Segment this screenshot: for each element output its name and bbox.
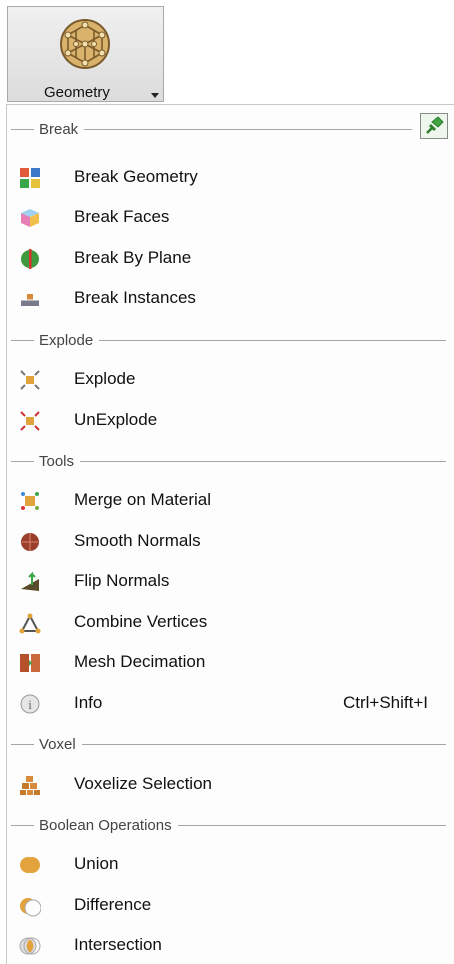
section-tools: Tools	[11, 450, 454, 472]
section-break: Break	[11, 118, 454, 140]
union-icon	[20, 857, 40, 873]
separator	[11, 340, 34, 341]
break-instances-icon	[21, 294, 39, 306]
merge-on-material-icon	[21, 492, 39, 510]
separator	[11, 461, 34, 462]
menu-item-break-faces[interactable]: Break Faces	[17, 202, 454, 232]
voxelize-icon	[20, 776, 40, 795]
separator	[39, 461, 446, 462]
menu-item-label: Difference	[74, 895, 152, 914]
section-title: Boolean Operations	[39, 817, 178, 834]
geometry-dropdown-menu: Break Break Geometry Break Faces Break B…	[6, 104, 454, 964]
menu-item-label: Voxelize Selection	[74, 774, 212, 793]
menu-item-voxelize-selection[interactable]: Voxelize Selection	[17, 769, 454, 799]
menu-item-union[interactable]: Union	[17, 849, 454, 879]
section-title: Tools	[39, 453, 81, 470]
separator	[39, 744, 446, 745]
menu-item-break-by-plane[interactable]: Break By Plane	[17, 243, 454, 273]
menu-item-label: Break Faces	[74, 207, 170, 226]
flip-normals-icon	[21, 571, 39, 591]
geometry-ribbon-button[interactable]: Geometry	[7, 6, 164, 102]
difference-icon	[20, 898, 41, 917]
mesh-decimation-icon	[20, 654, 40, 672]
separator	[11, 129, 34, 130]
menu-item-label: Break By Plane	[74, 248, 192, 267]
combine-vertices-icon	[19, 613, 41, 634]
section-title: Break	[39, 121, 85, 138]
menu-item-break-instances[interactable]: Break Instances	[17, 283, 454, 313]
geometry-label: Geometry	[44, 84, 110, 101]
chevron-down-icon[interactable]	[151, 93, 159, 98]
menu-item-mesh-decimation[interactable]: Mesh Decimation	[17, 647, 454, 677]
menu-item-label: Break Geometry	[74, 167, 198, 186]
break-faces-icon	[21, 209, 39, 227]
menu-item-break-geometry[interactable]: Break Geometry	[17, 162, 454, 192]
menu-item-label: Combine Vertices	[74, 612, 208, 631]
menu-item-label: Flip Normals	[74, 571, 170, 590]
menu-item-explode[interactable]: Explode	[17, 364, 454, 394]
menu-item-intersection[interactable]: Intersection	[17, 930, 454, 960]
section-voxel: Voxel	[11, 733, 454, 755]
menu-item-label: Merge on Material	[74, 490, 212, 509]
menu-item-difference[interactable]: Difference	[17, 890, 454, 920]
break-geometry-icon	[20, 168, 40, 188]
menu-item-label: Info	[74, 693, 103, 712]
menu-item-merge-on-material[interactable]: Merge on Material	[17, 485, 454, 515]
menu-item-label: UnExplode	[74, 410, 158, 429]
smooth-normals-icon	[21, 533, 39, 551]
svg-text:i: i	[28, 697, 32, 712]
intersection-icon	[19, 937, 41, 955]
separator	[11, 825, 34, 826]
menu-item-label: Intersection	[74, 935, 162, 954]
unexplode-icon	[20, 411, 40, 431]
separator	[39, 129, 412, 130]
shortcut-label: Ctrl+Shift+I	[342, 693, 428, 712]
pin-icon[interactable]	[420, 113, 448, 139]
menu-item-info[interactable]: i Info Ctrl+Shift+I	[17, 688, 454, 718]
menu-item-label: Smooth Normals	[74, 531, 201, 550]
separator	[11, 744, 34, 745]
section-title: Explode	[39, 332, 100, 349]
section-explode: Explode	[11, 329, 454, 351]
explode-icon	[20, 370, 40, 390]
break-by-plane-icon	[21, 249, 39, 269]
section-title: Voxel	[39, 736, 82, 753]
menu-item-label: Break Instances	[74, 288, 196, 307]
menu-item-label: Union	[74, 854, 119, 873]
menu-item-label: Mesh Decimation	[74, 652, 206, 671]
menu-item-combine-vertices[interactable]: Combine Vertices	[17, 607, 454, 637]
menu-item-smooth-normals[interactable]: Smooth Normals	[17, 526, 454, 556]
geodesic-sphere-icon	[60, 19, 110, 69]
menu-item-label: Explode	[74, 369, 136, 388]
menu-item-unexplode[interactable]: UnExplode	[17, 405, 454, 435]
separator	[39, 340, 446, 341]
section-boolean-operations: Boolean Operations	[11, 814, 454, 836]
menu-item-flip-normals[interactable]: Flip Normals	[17, 566, 454, 596]
info-icon: i	[20, 694, 40, 714]
